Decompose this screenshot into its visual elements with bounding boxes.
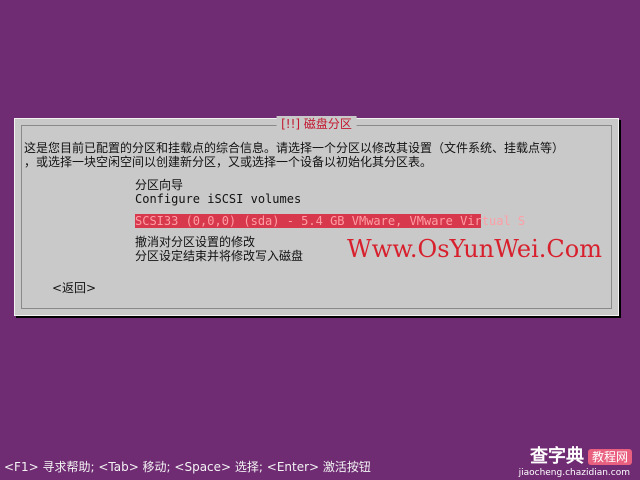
osyunwei-watermark: Www.OsYunWei.Com	[347, 235, 602, 263]
back-button[interactable]: <返回>	[52, 281, 96, 295]
site-sub-badge: 教程网	[587, 449, 632, 465]
keyboard-help-line: <F1> 寻求帮助; <Tab> 移动; <Space> 选择; <Enter>…	[4, 460, 371, 474]
guided-partitioning-item[interactable]: 分区向导	[135, 178, 481, 192]
site-url-text: jiaocheng.chazidian.com	[518, 468, 630, 478]
dialog-title: [!!] 磁盘分区	[276, 116, 357, 132]
site-main-text: 查字典	[529, 446, 584, 467]
dialog-intro: 这是您目前已配置的分区和挂载点的综合信息。请选择一个分区以修改其设置（文件系统、…	[24, 141, 565, 169]
installer-screen: [!!] 磁盘分区 这是您目前已配置的分区和挂载点的综合信息。请选择一个分区以修…	[0, 0, 640, 480]
chazidian-watermark: 查字典 教程网	[530, 447, 632, 467]
disk-sda-item[interactable]: SCSI33 (0,0,0) (sda) - 5.4 GB VMware, VM…	[135, 214, 525, 228]
configure-iscsi-item[interactable]: Configure iSCSI volumes	[135, 192, 481, 206]
